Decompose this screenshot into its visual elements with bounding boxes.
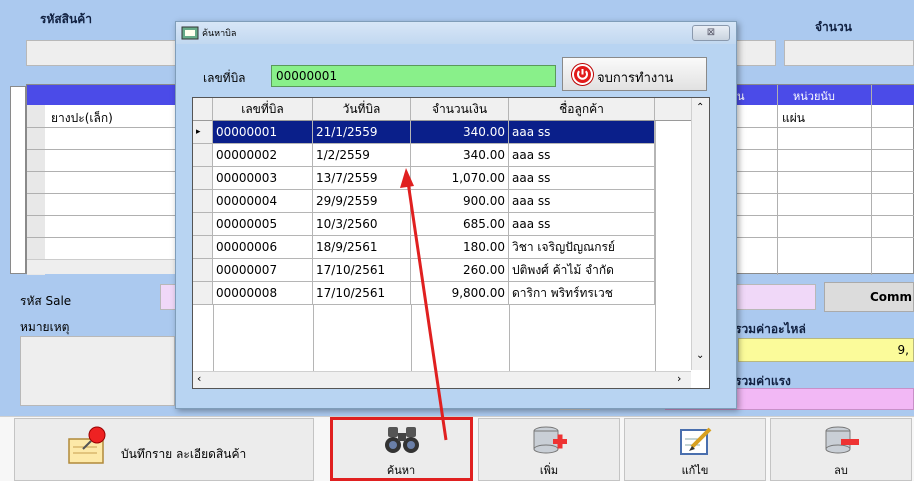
annotation-arrow [400, 168, 448, 441]
